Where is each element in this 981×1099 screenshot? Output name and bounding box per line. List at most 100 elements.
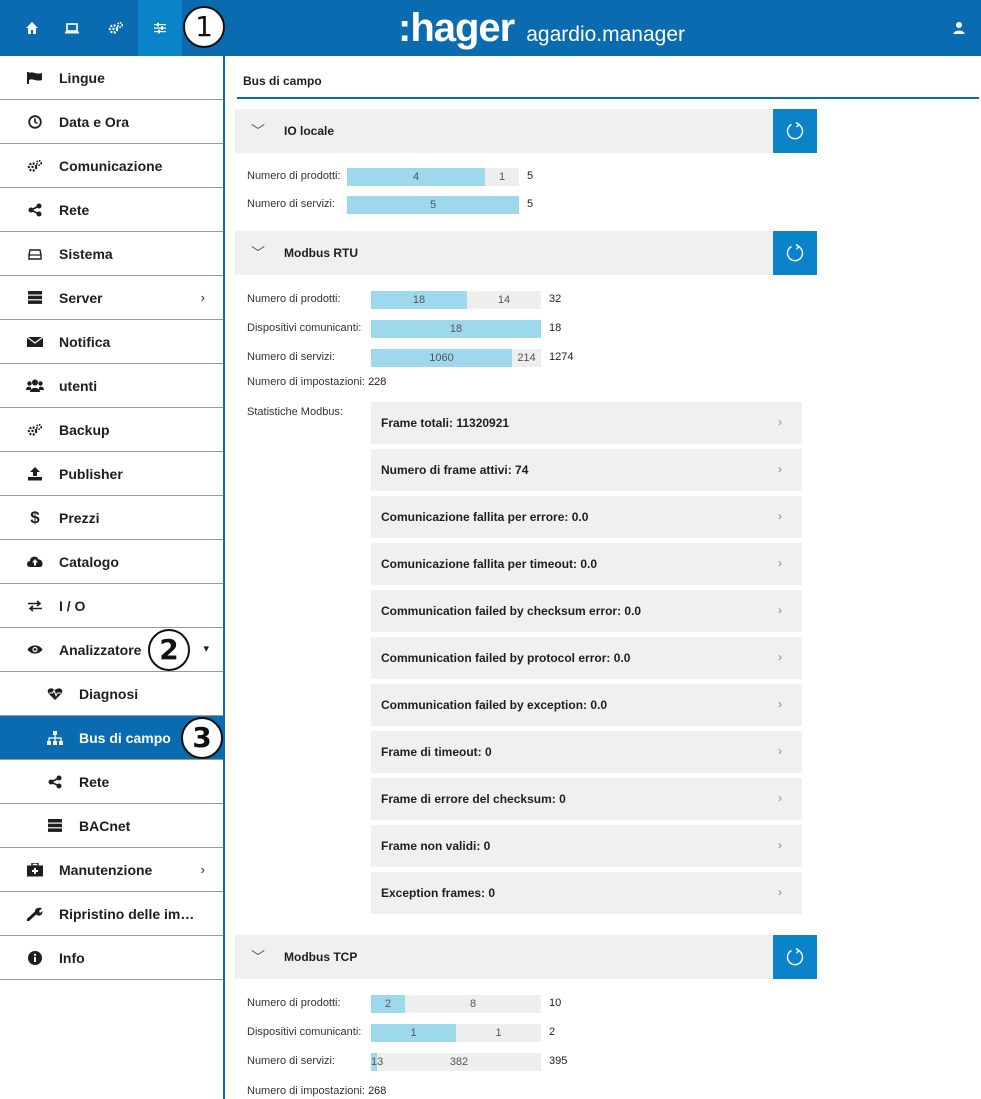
sidebar-item-server[interactable]: Server › — [0, 276, 223, 320]
statistic-label: Communication failed by exception: 0.0 — [381, 698, 608, 712]
stat-label: Dispositivi comunicanti: — [247, 1026, 362, 1038]
sidebar-item-label: Server — [59, 289, 103, 306]
configuration-button[interactable] — [94, 0, 138, 56]
settings-button[interactable] — [138, 0, 182, 56]
sidebar-item-utenti[interactable]: utenti — [0, 364, 223, 408]
modbus-statistic-item[interactable]: Communication failed by checksum error: … — [371, 590, 802, 632]
modbus-statistic-item[interactable]: Comunicazione fallita per errore: 0.0 › — [371, 496, 802, 538]
refresh-button[interactable] — [773, 231, 817, 275]
home-button[interactable] — [10, 0, 54, 56]
chevron-down-icon: ﹀ — [251, 245, 265, 261]
sidebar-item-catalogo[interactable]: Catalogo — [0, 540, 223, 584]
sidebar-item-lingue[interactable]: Lingue — [0, 56, 223, 100]
user-button[interactable] — [953, 18, 973, 38]
medkit-icon — [26, 861, 44, 879]
stat-label: Numero di impostazioni: — [247, 1085, 365, 1097]
chevron-right-icon: › — [200, 862, 205, 877]
sidebar-item-bacnet[interactable]: BACnet — [0, 804, 223, 848]
modbus-statistic-item[interactable]: Communication failed by protocol error: … — [371, 637, 802, 679]
section-modbus-rtu[interactable]: ﹀ Modbus RTU — [235, 231, 817, 275]
bar-rest-value: 8 — [469, 998, 477, 1010]
sidebar-item-label: utenti — [59, 377, 98, 394]
refresh-icon — [786, 121, 804, 140]
drive-icon — [26, 245, 44, 263]
callout-3: 3 — [181, 717, 223, 759]
bar-rest-value: 14 — [497, 294, 511, 306]
modbus-statistic-item[interactable]: Communication failed by exception: 0.0 › — [371, 684, 802, 726]
stat-bar: 28 — [371, 995, 541, 1013]
bar-rest-value: 1 — [495, 1027, 502, 1039]
sidebar-item-diagnosi[interactable]: Diagnosi — [0, 672, 223, 716]
sidebar-item-label: Manutenzione — [59, 861, 153, 878]
clock-icon — [26, 113, 44, 131]
statistic-label: Frame di errore del checksum: 0 — [381, 792, 566, 806]
sidebar-item-rete[interactable]: Rete — [0, 188, 223, 232]
bar-fill-value: 1060 — [371, 349, 512, 367]
stat-row: Numero di prodotti: 4 1 5 — [247, 168, 667, 186]
sidebar-item-analizzatore[interactable]: Analizzatore ▾ 2 — [0, 628, 223, 672]
statistic-label: Communication failed by protocol error: … — [381, 651, 631, 665]
stat-row: Numero di prodotti: 2 8 10 — [247, 995, 667, 1013]
modbus-statistic-item[interactable]: Comunicazione fallita per timeout: 0.0 › — [371, 543, 802, 585]
stat-bar: 5 — [347, 196, 519, 214]
chevron-right-icon: › — [778, 885, 782, 899]
sidebar-item-io[interactable]: I / O — [0, 584, 223, 628]
sidebar-item-prezzi[interactable]: $ Prezzi — [0, 496, 223, 540]
stat-total: 32 — [549, 293, 562, 305]
title-divider — [237, 97, 979, 99]
stat-bar: 1060 214 — [371, 349, 541, 367]
stat-bar: 41 — [347, 168, 519, 186]
chevron-right-icon: › — [778, 603, 782, 617]
sidebar-item-label: Diagnosi — [79, 685, 139, 702]
modbus-statistic-item[interactable]: Numero di frame attivi: 74 › — [371, 449, 802, 491]
sidebar-item-label: Sistema — [59, 245, 113, 262]
sidebar-item-ripristino[interactable]: Ripristino delle im… — [0, 892, 223, 936]
sidebar-item-notifica[interactable]: Notifica — [0, 320, 223, 364]
sidebar-item-label: Rete — [59, 201, 90, 218]
modbus-statistic-item[interactable]: Frame di errore del checksum: 0 › — [371, 778, 802, 820]
caret-down-icon: ▾ — [203, 643, 209, 655]
sidebar-item-comunicazione[interactable]: Comunicazione — [0, 144, 223, 188]
callout-1: 1 — [183, 6, 225, 48]
sidebar-item-publisher[interactable]: Publisher — [0, 452, 223, 496]
laptop-button[interactable] — [50, 0, 94, 56]
sidebar-item-backup[interactable]: Backup — [0, 408, 223, 452]
section-title: Modbus RTU — [284, 246, 358, 260]
sidebar-item-sistema[interactable]: Sistema — [0, 232, 223, 276]
chevron-right-icon: › — [778, 697, 782, 711]
stat-label: Dispositivi comunicanti: — [247, 322, 362, 334]
stat-total: 10 — [549, 997, 562, 1009]
modbus-statistic-item[interactable]: Frame di timeout: 0 › — [371, 731, 802, 773]
section-io-locale[interactable]: ﹀ IO locale — [235, 109, 817, 153]
section-modbus-tcp[interactable]: ﹀ Modbus TCP — [235, 935, 817, 979]
modbus-statistic-item[interactable]: Frame non validi: 0 › — [371, 825, 802, 867]
stat-row: Dispositivi comunicanti: 18 18 — [247, 320, 667, 338]
modbus-statistic-item[interactable]: Frame totali: 11320921 › — [371, 402, 802, 444]
chevron-right-icon: › — [778, 791, 782, 805]
chevron-right-icon: › — [778, 838, 782, 852]
sidebar-item-info[interactable]: Info — [0, 936, 223, 980]
refresh-button[interactable] — [773, 109, 817, 153]
stat-label: Numero di prodotti: — [247, 293, 341, 305]
sidebar-item-data-e-ora[interactable]: Data e Ora — [0, 100, 223, 144]
chevron-down-icon: ﹀ — [251, 949, 265, 965]
stat-bar: 13 382 — [371, 1053, 541, 1071]
refresh-button[interactable] — [773, 935, 817, 979]
product-name: agardio.manager — [526, 23, 686, 46]
callout-2: 2 — [148, 629, 190, 671]
stat-value: 228 — [368, 376, 387, 388]
gears-icon — [26, 157, 44, 175]
sidebar-item-label: Lingue — [59, 69, 105, 86]
rtu-settings-stat: Numero di impostazioni: 228 — [247, 376, 386, 388]
server-icon — [26, 289, 44, 307]
sidebar-item-label: Bus di campo — [79, 729, 171, 746]
sidebar-item-rete-analyzer[interactable]: Rete — [0, 760, 223, 804]
stat-bar: 11 — [371, 1024, 541, 1042]
statistic-label: Frame totali: 11320921 — [381, 416, 510, 430]
sidebar-item-bus-di-campo[interactable]: Bus di campo 3 — [0, 716, 223, 760]
bar-rest-value: 214 — [517, 352, 536, 364]
stat-bar: 18 — [371, 320, 541, 338]
top-bar: 1 :hager agardio.manager — [0, 0, 981, 56]
sidebar-item-manutenzione[interactable]: Manutenzione › — [0, 848, 223, 892]
modbus-statistic-item[interactable]: Exception frames: 0 › — [371, 872, 802, 914]
